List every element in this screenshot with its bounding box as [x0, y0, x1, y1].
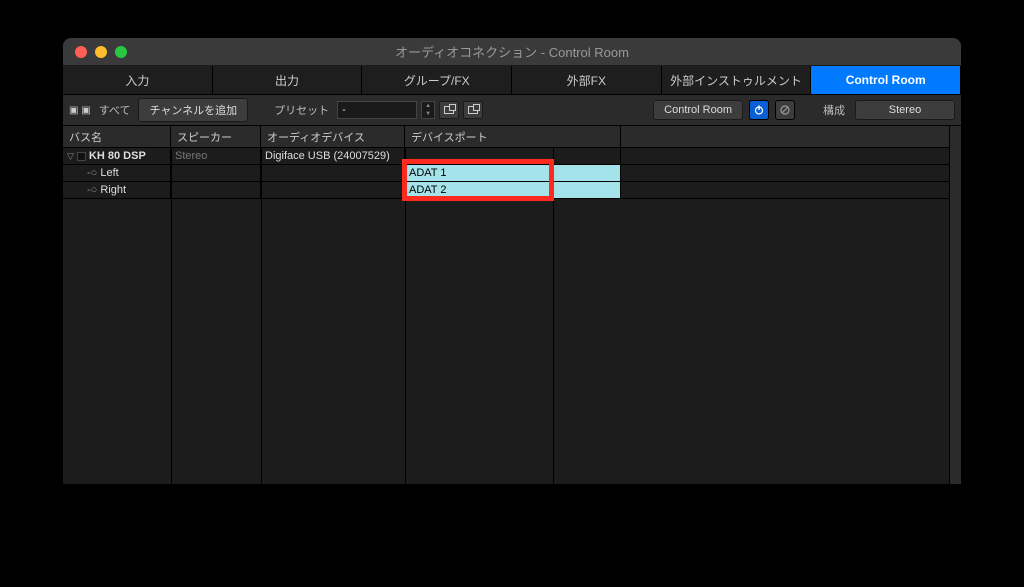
configuration-label: 構成 — [819, 102, 849, 118]
tab-controlroom[interactable]: Control Room — [811, 66, 961, 94]
preset-label: プリセット — [270, 102, 333, 118]
maximize-icon[interactable] — [115, 46, 127, 58]
bus-table: バス名 スピーカー オーディオデバイス デバイスポート ▽ KH 80 DSP … — [63, 126, 961, 484]
tab-input[interactable]: 入力 — [63, 66, 213, 94]
power-on-icon[interactable] — [749, 100, 769, 120]
port-cell-left[interactable]: ADAT 1 — [405, 165, 621, 181]
port-cell-right[interactable]: ADAT 2 — [405, 182, 621, 198]
toolbar: ▣ ▣ すべて チャンネルを追加 プリセット - ▲▼ Control Room… — [63, 94, 961, 126]
channel-left-label: Left — [100, 167, 118, 179]
bus-color-swatch[interactable] — [77, 152, 86, 161]
preset-stepper[interactable]: ▲▼ — [421, 101, 435, 119]
titlebar: オーディオコネクション - Control Room — [63, 38, 961, 66]
window-title: オーディオコネクション - Control Room — [63, 42, 961, 61]
speaker-cell: Stereo — [171, 148, 261, 164]
audio-connections-window: オーディオコネクション - Control Room 入力 出力 グループ/FX… — [63, 38, 961, 484]
table-row[interactable]: ▽ KH 80 DSP Stereo Digiface USB (2400752… — [63, 148, 961, 165]
tab-externalinst[interactable]: 外部インストゥルメント — [662, 66, 812, 94]
expand-icon[interactable]: ▣ ▣ — [69, 105, 91, 116]
close-icon[interactable] — [75, 46, 87, 58]
channel-right-label: Right — [100, 184, 126, 196]
header-audio-device[interactable]: オーディオデバイス — [261, 126, 405, 147]
add-channel-button[interactable]: チャンネルを追加 — [138, 98, 248, 122]
traffic-lights — [63, 46, 127, 58]
table-row[interactable]: -○ Right ADAT 2 — [63, 182, 961, 199]
preset-field[interactable]: - — [337, 101, 417, 119]
header-speaker[interactable]: スピーカー — [171, 126, 261, 147]
preset-load-icon[interactable] — [463, 101, 483, 119]
tab-externalfx[interactable]: 外部FX — [512, 66, 662, 94]
port-cell — [405, 148, 621, 164]
expand-triangle-icon[interactable]: ▽ — [67, 151, 74, 162]
controlroom-label: Control Room — [653, 100, 743, 120]
configuration-field[interactable]: Stereo — [855, 100, 955, 120]
bus-name-cell: KH 80 DSP — [89, 150, 146, 162]
header-device-port[interactable]: デバイスポート — [405, 126, 621, 147]
minimize-icon[interactable] — [95, 46, 107, 58]
header-bus-name[interactable]: バス名 — [63, 126, 171, 147]
tab-output[interactable]: 出力 — [213, 66, 363, 94]
table-row[interactable]: -○ Left ADAT 1 — [63, 165, 961, 182]
preset-save-icon[interactable] — [439, 101, 459, 119]
all-label: すべて — [95, 102, 135, 118]
column-headers: バス名 スピーカー オーディオデバイス デバイスポート — [63, 126, 961, 148]
bypass-icon[interactable] — [775, 100, 795, 120]
vertical-scrollbar[interactable] — [949, 126, 961, 484]
tab-bar: 入力 出力 グループ/FX 外部FX 外部インストゥルメント Control R… — [63, 66, 961, 94]
device-cell[interactable]: Digiface USB (24007529) — [261, 148, 405, 164]
tab-groupfx[interactable]: グループ/FX — [362, 66, 512, 94]
header-empty — [621, 126, 961, 147]
